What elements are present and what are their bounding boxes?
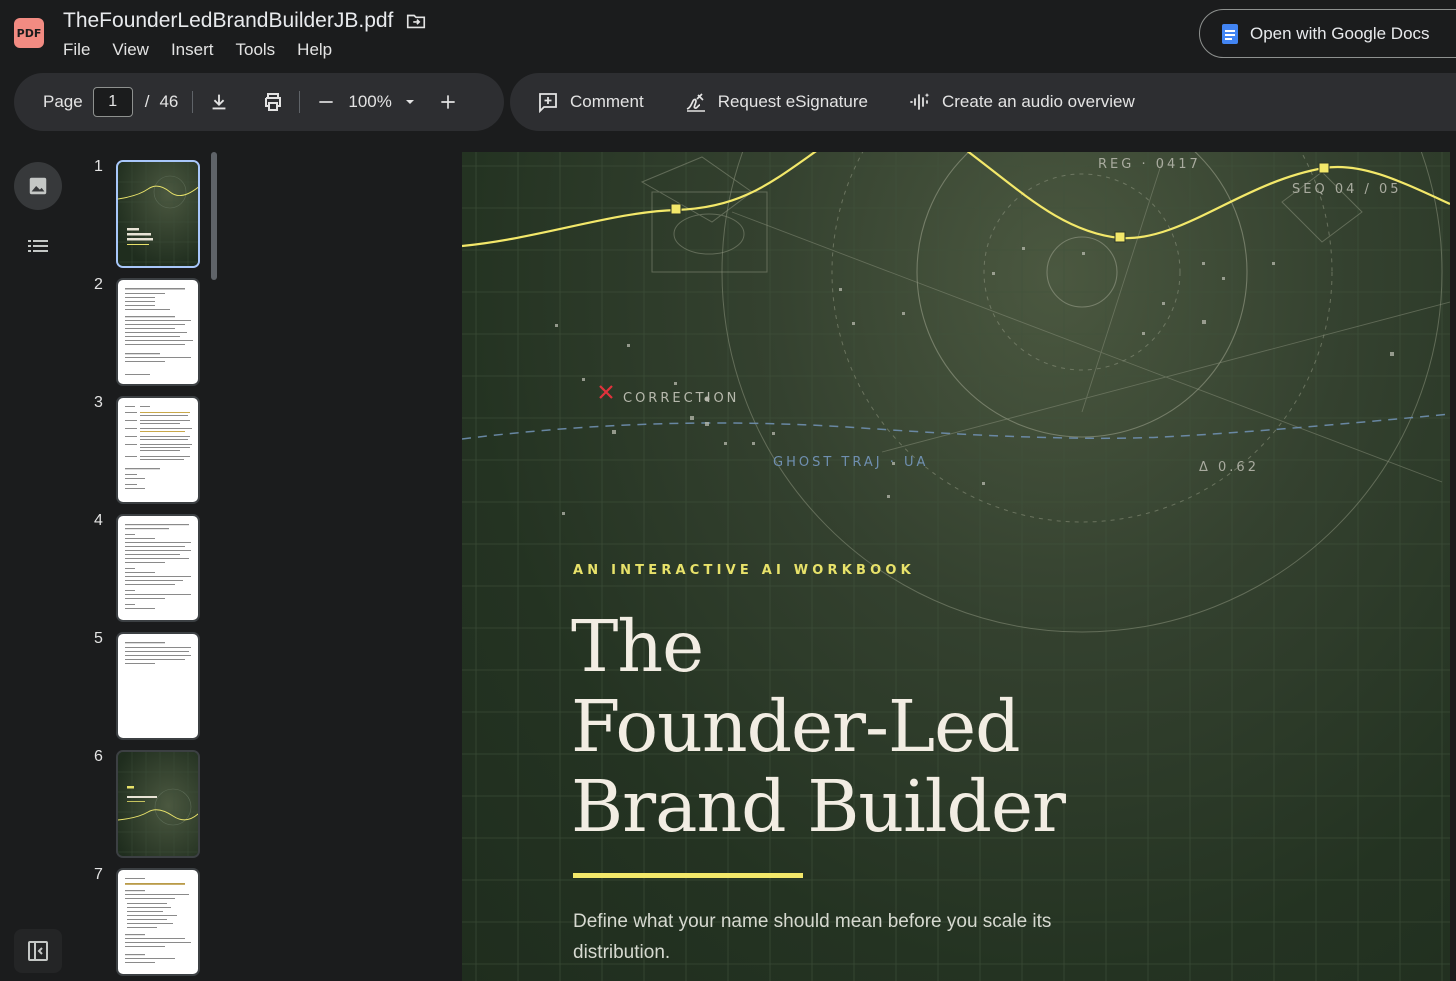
cover-title-line: The bbox=[571, 605, 704, 688]
zoom-level[interactable]: 100% bbox=[348, 92, 391, 112]
signature-icon bbox=[686, 93, 705, 112]
divider bbox=[192, 91, 194, 113]
pdf-page-1: REG · 0417 SEQ 04 / 05 CORRECTION GHOST … bbox=[462, 152, 1450, 981]
image-icon bbox=[29, 177, 47, 195]
hud-seq-label: SEQ 04 / 05 bbox=[1292, 182, 1402, 197]
thumbnail-page bbox=[116, 632, 200, 740]
hud-correction-label: CORRECTION bbox=[623, 391, 740, 406]
zoom-in-icon[interactable] bbox=[436, 90, 460, 114]
thumbnail-number: 2 bbox=[94, 276, 103, 293]
cover-subtitle: Define what your name should mean before… bbox=[573, 911, 1052, 963]
page-label: Page bbox=[43, 92, 83, 111]
title-underline bbox=[573, 873, 803, 878]
audio-overview-button[interactable]: Create an audio overview bbox=[908, 90, 1135, 114]
thumbnail-number: 5 bbox=[94, 630, 103, 647]
thumbnail-page bbox=[116, 868, 200, 976]
hud-reg-label: REG · 0417 bbox=[1098, 157, 1201, 172]
divider bbox=[299, 91, 301, 113]
move-to-folder-icon[interactable] bbox=[405, 10, 427, 32]
hud-ghost-traj-label: GHOST TRAJ · UA bbox=[773, 455, 929, 470]
document-title-row: TheFounderLedBrandBuilderJB.pdf bbox=[63, 9, 427, 33]
menu-help[interactable]: Help bbox=[297, 40, 332, 60]
thumbnail-list: 1 2 3 4 5 6 7 bbox=[84, 150, 224, 981]
comment-button[interactable]: Comment bbox=[536, 90, 644, 114]
thumbnail-number: 1 bbox=[94, 158, 103, 175]
menu-tools[interactable]: Tools bbox=[235, 40, 275, 60]
thumbnail-number: 3 bbox=[94, 394, 103, 411]
open-with-label: Open with Google Docs bbox=[1250, 23, 1430, 43]
thumbnail-item[interactable]: 4 bbox=[84, 509, 224, 622]
cover-title-line: Brand Builder bbox=[571, 765, 1066, 848]
collapse-panel-icon bbox=[28, 941, 48, 961]
menu-insert[interactable]: Insert bbox=[171, 40, 214, 60]
thumbnail-item[interactable]: 3 bbox=[84, 391, 224, 504]
cover-title: The Founder-Led Brand Builder bbox=[571, 605, 1066, 848]
cover-title-line: Founder-Led bbox=[571, 685, 1021, 768]
thumbnail-item[interactable]: 5 bbox=[84, 627, 224, 740]
download-icon[interactable] bbox=[207, 90, 231, 114]
hud-delta-label: Δ 0.62 bbox=[1199, 460, 1259, 475]
collapse-sidebar-button[interactable] bbox=[14, 929, 62, 973]
thumbnail-number: 6 bbox=[94, 748, 103, 765]
page-separator: / bbox=[144, 92, 150, 111]
comment-label: Comment bbox=[570, 92, 644, 111]
audio-overview-label: Create an audio overview bbox=[941, 92, 1135, 111]
print-icon[interactable] bbox=[261, 90, 285, 114]
eyebrow-label: AN INTERACTIVE AI WORKBOOK bbox=[573, 563, 915, 578]
thumbnail-page bbox=[116, 396, 200, 504]
thumbnail-number: 7 bbox=[94, 866, 103, 883]
open-with-google-docs-button[interactable]: Open with Google Docs bbox=[1199, 9, 1456, 58]
thumbnail-item[interactable]: 6 bbox=[84, 745, 224, 858]
menu-file[interactable]: File bbox=[63, 40, 90, 60]
page-toolbar: Page / 46 100% bbox=[14, 73, 504, 131]
thumbnail-page bbox=[116, 514, 200, 622]
document-title[interactable]: TheFounderLedBrandBuilderJB.pdf bbox=[63, 9, 393, 33]
add-comment-icon bbox=[539, 93, 557, 114]
thumbnail-item[interactable]: 2 bbox=[84, 273, 224, 386]
menu-view[interactable]: View bbox=[112, 40, 149, 60]
thumbnail-page bbox=[116, 160, 200, 268]
thumbnail-item[interactable]: 7 bbox=[84, 863, 224, 976]
pdf-file-icon: PDF bbox=[14, 18, 44, 48]
list-icon bbox=[28, 240, 48, 252]
chevron-down-icon[interactable] bbox=[398, 90, 422, 114]
thumbnails-view-button[interactable] bbox=[14, 162, 62, 210]
thumbnail-page bbox=[116, 278, 200, 386]
audio-waveform-icon bbox=[910, 93, 930, 110]
thumbnail-number: 4 bbox=[94, 512, 103, 529]
google-docs-icon bbox=[1222, 23, 1238, 44]
menu-bar: File View Insert Tools Help bbox=[63, 40, 354, 60]
thumbnail-item[interactable]: 1 bbox=[84, 155, 224, 268]
page-number-input[interactable] bbox=[92, 87, 133, 117]
page-count: 46 bbox=[159, 92, 179, 111]
outline-view-button[interactable] bbox=[26, 234, 50, 263]
action-toolbar: Comment Request eSignature Create an aud… bbox=[510, 73, 1456, 131]
zoom-out-icon[interactable] bbox=[314, 90, 338, 114]
thumbnail-scrollbar[interactable] bbox=[211, 152, 217, 280]
request-esignature-button[interactable]: Request eSignature bbox=[684, 90, 868, 114]
esign-label: Request eSignature bbox=[717, 92, 868, 111]
thumbnail-page bbox=[116, 750, 200, 858]
